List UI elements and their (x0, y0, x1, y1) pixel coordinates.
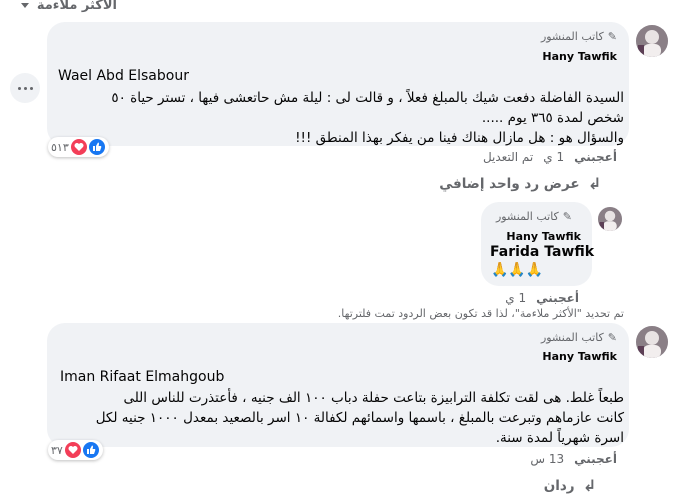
like-button[interactable]: أعجبني (574, 150, 617, 164)
pen-icon: ✎ (607, 30, 617, 43)
edited-label: تم التعديل (482, 150, 534, 164)
pen-icon: ✎ (607, 331, 617, 344)
like-reaction-icon (82, 442, 99, 458)
love-reaction-icon (70, 139, 87, 155)
author-badge: ✎ كاتب المنشور (495, 210, 572, 223)
mention-link[interactable]: Farida Tawfik (490, 244, 594, 260)
author-badge: ✎ كاتب المنشور (540, 331, 617, 344)
avatar-photo-icon (636, 326, 668, 358)
author-badge: ✎ كاتب المنشور (540, 30, 617, 43)
chevron-down-icon (20, 2, 29, 8)
view-replies-button[interactable]: ↳ ردان (544, 476, 596, 495)
sort-label: الأكثر ملاءمة (36, 0, 117, 13)
pen-icon: ✎ (562, 210, 572, 223)
comment-author-name[interactable]: Hany Tawfik (542, 50, 617, 63)
mention-link[interactable]: Wael Abd Elsabour (58, 68, 189, 84)
comment-time[interactable]: 1 ي (505, 291, 526, 305)
avatar-photo-icon (598, 207, 622, 231)
more-options-button[interactable] (10, 73, 40, 103)
mention-link[interactable]: Iman Rifaat Elmahgoub (60, 369, 224, 385)
comment-actions: أعجبني 13 س (530, 452, 617, 466)
reply-arrow-icon: ↳ (587, 174, 601, 193)
comment-text: طبعاً غلط. هى لقت تكلفة الترابيزة بتاعت … (95, 390, 624, 446)
reaction-count: ٣٧ (51, 443, 63, 457)
like-button[interactable]: أعجبني (574, 452, 617, 466)
reaction-summary[interactable]: ٥١٣ (48, 137, 109, 157)
avatar[interactable] (598, 207, 622, 231)
sort-dropdown[interactable]: الأكثر ملاءمة (20, 0, 117, 14)
reaction-count: ٥١٣ (51, 140, 69, 154)
like-reaction-icon (88, 139, 105, 155)
avatar-photo-icon (636, 25, 668, 57)
comment-time[interactable]: 13 س (530, 452, 564, 466)
avatar[interactable] (636, 326, 668, 358)
filter-note: تم تحديد "الأكثر ملاءمة"، لذا قد تكون بع… (337, 307, 624, 320)
reply-arrow-icon: ↳ (582, 476, 596, 495)
comment-author-name[interactable]: Hany Tawfik (542, 350, 617, 363)
like-button[interactable]: أعجبني (536, 291, 579, 305)
comment-actions: أعجبني 1 ي تم التعديل (483, 150, 617, 164)
comment-text: السيدة الفاضلة دفعت شيك بالمبلغ فعلاً ، … (111, 90, 624, 146)
emoji-text: 🙏🙏🙏 (491, 262, 544, 278)
comment-actions: أعجبني 1 ي (505, 291, 579, 305)
avatar[interactable] (636, 25, 668, 57)
view-more-replies-button[interactable]: ↳ عرض رد واحد إضافي (439, 174, 601, 193)
comment-time[interactable]: 1 ي (543, 150, 564, 164)
love-reaction-icon (64, 442, 81, 458)
reaction-summary[interactable]: ٣٧ (48, 440, 103, 460)
comment-author-name[interactable]: Hany Tawfik (506, 230, 581, 243)
